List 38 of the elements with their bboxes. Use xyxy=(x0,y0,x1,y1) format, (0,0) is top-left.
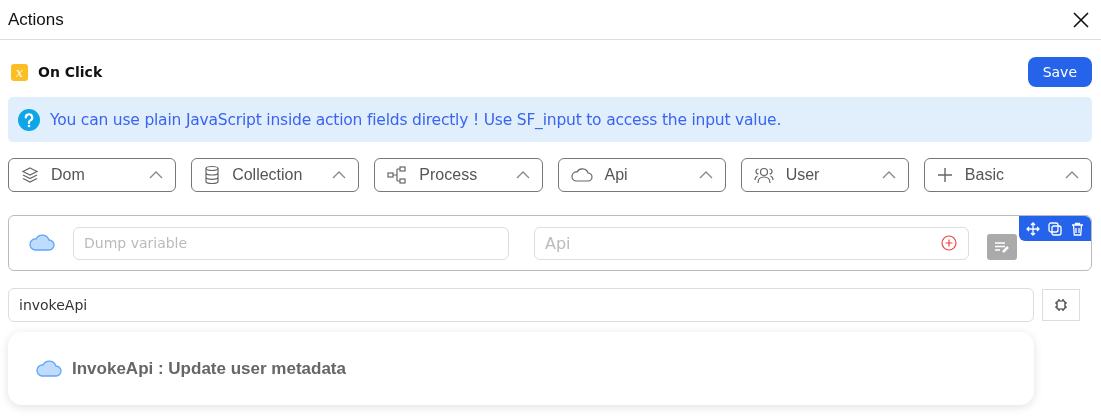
close-button[interactable] xyxy=(1071,9,1091,30)
search-field[interactable]: invokeApi xyxy=(8,288,1034,322)
category-dropdown[interactable]: Collection xyxy=(191,158,360,192)
chevron-up-icon xyxy=(881,171,896,179)
help-icon xyxy=(18,108,40,131)
save-button[interactable]: Save xyxy=(1027,57,1092,87)
chevron-up-icon xyxy=(149,171,164,179)
category-dropdown[interactable]: Api xyxy=(557,158,726,192)
variable-field[interactable]: Dump variable xyxy=(73,226,509,260)
add-icon xyxy=(941,234,957,251)
chip-button[interactable] xyxy=(1042,289,1080,321)
notes-icon xyxy=(994,241,1010,253)
category-dropdown[interactable]: Basic xyxy=(923,158,1092,192)
chip-icon xyxy=(1054,298,1068,312)
category-dropdown[interactable]: Dom xyxy=(8,158,177,192)
layers-icon xyxy=(21,166,39,184)
cloud-icon xyxy=(36,359,62,378)
cloud-icon xyxy=(29,234,55,252)
chevron-up-icon xyxy=(698,171,713,179)
api-field[interactable]: Api xyxy=(534,226,969,260)
chevron-up-icon xyxy=(1065,171,1079,179)
move-button[interactable] xyxy=(1025,220,1041,237)
delete-button[interactable] xyxy=(1069,220,1085,237)
window-title: Actions xyxy=(8,9,64,30)
category-dropdown[interactable]: User xyxy=(740,158,909,192)
variable-badge: x xyxy=(11,63,28,81)
database-icon xyxy=(204,165,221,185)
plus-icon xyxy=(936,167,953,183)
chevron-up-icon xyxy=(515,171,530,179)
suggestion-item[interactable]: InvokeApi : Update user metadata xyxy=(36,358,346,379)
users-icon xyxy=(753,166,774,184)
duplicate-button[interactable] xyxy=(1047,220,1063,237)
event-label: On Click xyxy=(38,64,103,80)
info-text: You can use plain JavaScript inside action fields directly ! Use SF_input to access the input value. xyxy=(50,110,782,129)
category-dropdown[interactable]: Process xyxy=(374,158,543,192)
cloud-icon xyxy=(570,167,593,183)
flowchart-icon xyxy=(387,166,408,184)
chevron-up-icon xyxy=(332,171,347,179)
